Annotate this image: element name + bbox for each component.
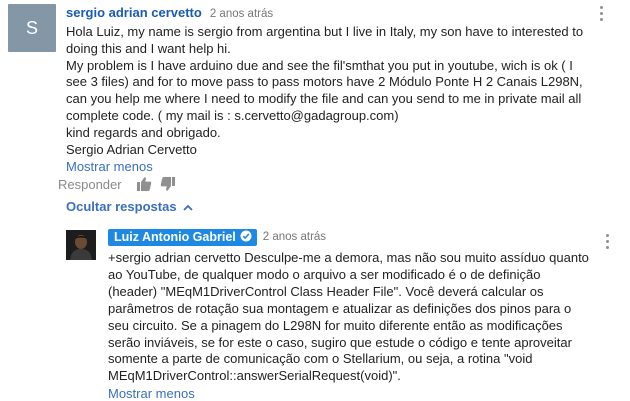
comment-header: sergio adrian cervetto 2 anos atrás	[66, 5, 596, 21]
reply-author: Luiz Antonio Gabriel	[114, 230, 236, 244]
hide-replies-label: Ocultar respostas	[66, 199, 177, 214]
avatar[interactable]: S	[8, 4, 56, 52]
more-options-icon[interactable]	[600, 6, 604, 24]
reply-text-line: somente a parte de comunicação com o Ste…	[108, 351, 533, 367]
channel-owner-badge[interactable]: Luiz Antonio Gabriel	[108, 228, 257, 246]
show-less-link[interactable]: Mostrar menos	[108, 385, 588, 401]
comment-actions: Responder	[58, 176, 184, 192]
comment-text-line: can you help me where I need to modify t…	[66, 91, 582, 107]
comment-body: sergio adrian cervetto 2 anos atrás Hola…	[66, 5, 596, 175]
chevron-up-icon	[182, 199, 193, 214]
thumb-down-icon[interactable]	[160, 176, 176, 192]
reply-text: +sergio adrian cervetto Desculpe-me a de…	[108, 250, 589, 385]
hide-replies-toggle[interactable]: Ocultar respostas	[66, 199, 193, 214]
reply-text-line: serão inviáveis, se for este o caso, sug…	[108, 334, 572, 350]
comment-text-line: kind regards and obrigado.	[66, 124, 221, 140]
avatar[interactable]	[66, 230, 96, 260]
reply-text-line: MEqM1DriverControl::answerSerialRequest(…	[108, 368, 401, 384]
reply-text-line: parâmetros de rotação sua montagem e atu…	[108, 300, 572, 316]
thumb-up-icon[interactable]	[136, 176, 152, 192]
show-less-link[interactable]: Mostrar menos	[66, 158, 596, 175]
reply-timestamp[interactable]: 2 anos atrás	[263, 231, 326, 243]
comment-text-line: My problem is I have arduino due and see…	[66, 57, 573, 73]
comment-text-line: complete code. ( my mail is : s.cervetto…	[66, 107, 399, 123]
reply-text-line: (header) "MEqM1DriverControl Class Heade…	[108, 283, 544, 299]
comment-text: Hola Luiz, my name is sergio from argent…	[66, 24, 596, 158]
comment-author[interactable]: sergio adrian cervetto	[66, 5, 202, 20]
comment-timestamp[interactable]: 2 anos atrás	[210, 8, 273, 20]
comment-text-line: doing this and I want help hi.	[66, 40, 231, 56]
check-circle-icon	[240, 230, 252, 245]
comment-text-line: see 3 files) and for to move pass to pas…	[66, 74, 583, 90]
reply-body: Luiz Antonio Gabriel 2 anos atrás +sergi…	[108, 228, 589, 401]
reply-header: Luiz Antonio Gabriel 2 anos atrás	[108, 228, 588, 246]
more-options-icon[interactable]	[606, 234, 610, 252]
comment-text-line: Hola Luiz, my name is sergio from argent…	[66, 24, 584, 39]
reply-button[interactable]: Responder	[58, 177, 122, 192]
reply-text-line: +sergio adrian cervetto Desculpe-me a de…	[108, 250, 589, 265]
reply-text-line: ao YouTube, de qualquer modo o arquivo a…	[108, 266, 541, 282]
reply-text-line: seu circuito. Se a pinagem do L298N for …	[108, 317, 563, 333]
comment-text-line: Sergio Adrian Cervetto	[66, 141, 197, 157]
